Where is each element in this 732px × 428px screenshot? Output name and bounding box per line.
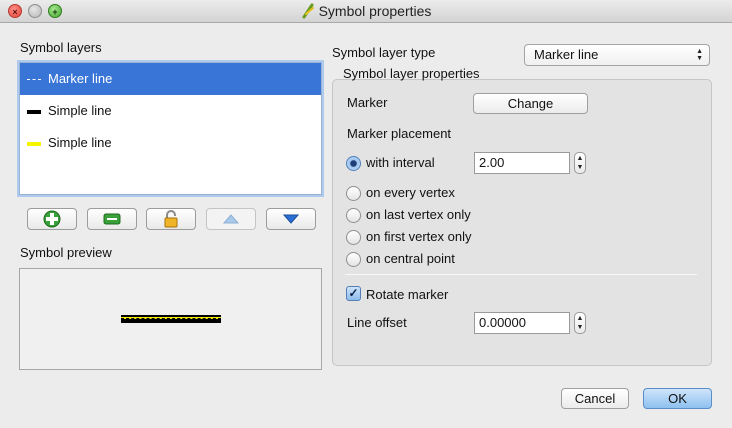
move-layer-up-button[interactable] [206,208,256,230]
lock-layer-button[interactable] [146,208,196,230]
placement-radio-central-point[interactable] [346,252,361,267]
move-up-icon [222,214,240,224]
layer-item-simple-line-black[interactable]: Simple line [20,95,321,127]
remove-layer-button[interactable] [87,208,137,230]
symbol-preview [19,268,322,370]
symbol-layers-label: Symbol layers [20,40,102,55]
yellow-line-swatch-icon [27,142,41,146]
symbol-properties-dialog: × + Symbol properties Symbol layers Mark… [0,0,732,428]
line-offset-input[interactable]: 0.00000 [474,312,570,334]
placement-label-every-vertex: on every vertex [366,185,455,200]
select-arrows-icon: ▲ ▼ [696,48,703,62]
move-down-icon [282,214,300,224]
marker-label: Marker [347,95,388,110]
dashed-line-swatch-icon [27,79,41,80]
line-offset-label: Line offset [347,315,407,330]
divider [345,274,697,275]
layer-item-label: Simple line [48,103,112,118]
black-line-swatch-icon [27,110,41,114]
add-layer-button[interactable] [27,208,77,230]
symbol-layer-type-select[interactable]: Marker line ▲ ▼ [524,44,710,66]
move-layer-down-button[interactable] [266,208,316,230]
symbol-layer-type-value: Marker line [534,47,599,62]
layer-item-label: Simple line [48,135,112,150]
ok-button[interactable]: OK [643,388,712,409]
placement-label-last-vertex: on last vertex only [366,207,471,222]
rotate-marker-checkbox[interactable]: ✓ [346,286,361,301]
add-layer-icon [43,210,61,228]
interval-input[interactable]: 2.00 [474,152,570,174]
line-offset-stepper[interactable]: ▲ ▼ [574,312,586,334]
window-title-area: Symbol properties [0,3,732,19]
rotate-marker-label: Rotate marker [366,287,449,302]
symbol-layers-list[interactable]: Marker line Simple line Simple line [19,62,322,195]
placement-radio-with-interval[interactable] [346,156,361,171]
change-marker-button[interactable]: Change [473,93,588,114]
symbol-layer-type-label: Symbol layer type [332,45,436,60]
cancel-button[interactable]: Cancel [561,388,629,409]
layer-item-label: Marker line [48,71,113,86]
placement-label-first-vertex: on first vertex only [366,229,472,244]
title-bar: × + Symbol properties [0,0,732,23]
symbol-preview-label: Symbol preview [20,245,112,260]
qgis-app-icon [302,3,314,19]
layer-item-marker-line[interactable]: Marker line [20,63,321,95]
remove-layer-icon [103,213,121,225]
placement-radio-every-vertex[interactable] [346,186,361,201]
lock-icon [164,210,178,228]
interval-stepper[interactable]: ▲ ▼ [574,152,586,174]
preview-line-symbol [121,315,221,323]
window-title: Symbol properties [318,3,432,19]
group-title: Symbol layer properties [343,66,480,81]
placement-radio-first-vertex[interactable] [346,230,361,245]
placement-radio-last-vertex[interactable] [346,208,361,223]
placement-label-central-point: on central point [366,251,455,266]
marker-placement-label: Marker placement [347,126,452,141]
layer-item-simple-line-yellow[interactable]: Simple line [20,127,321,159]
placement-label-with-interval: with interval [366,155,435,170]
